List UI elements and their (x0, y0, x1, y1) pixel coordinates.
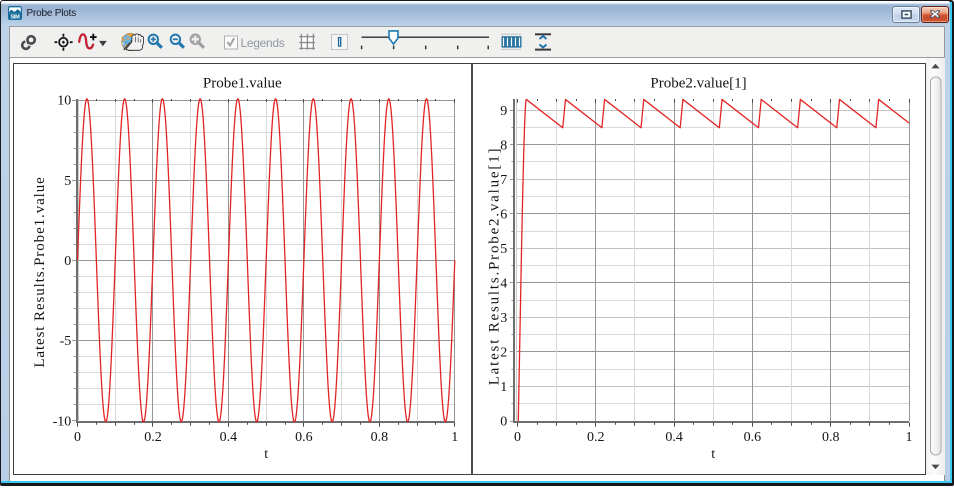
svg-text:0.6: 0.6 (295, 430, 313, 445)
svg-text:Latest Results.Probe2.value[1]: Latest Results.Probe2.value[1] (486, 147, 502, 386)
svg-text:9: 9 (500, 104, 507, 119)
svg-text:0: 0 (500, 415, 507, 430)
svg-text:0.6: 0.6 (744, 430, 762, 445)
svg-text:t: t (711, 447, 715, 462)
svg-text:0: 0 (74, 430, 81, 445)
svg-text:0: 0 (64, 254, 71, 269)
svg-text:0.4: 0.4 (665, 430, 683, 445)
svg-text:0.4: 0.4 (220, 430, 238, 445)
svg-text:t: t (264, 447, 268, 462)
svg-text:1: 1 (906, 430, 913, 445)
svg-text:0.8: 0.8 (371, 430, 389, 445)
svg-text:0.2: 0.2 (587, 430, 605, 445)
svg-text:Probe1.value: Probe1.value (203, 75, 282, 91)
svg-text:Legends: Legends (241, 36, 285, 50)
svg-text:Probe2.value[1]: Probe2.value[1] (650, 75, 746, 91)
svg-text:0: 0 (514, 430, 521, 445)
svg-text:Latest Results.Probe1.value: Latest Results.Probe1.value (32, 176, 48, 367)
svg-text:SIM: SIM (10, 15, 20, 20)
svg-text:0.8: 0.8 (822, 430, 840, 445)
svg-text:5: 5 (64, 174, 71, 189)
svg-text:1: 1 (451, 430, 458, 445)
svg-text:0.2: 0.2 (144, 430, 162, 445)
svg-text:10: 10 (57, 94, 71, 109)
svg-text:-10: -10 (53, 414, 72, 429)
svg-text:-5: -5 (60, 334, 72, 349)
